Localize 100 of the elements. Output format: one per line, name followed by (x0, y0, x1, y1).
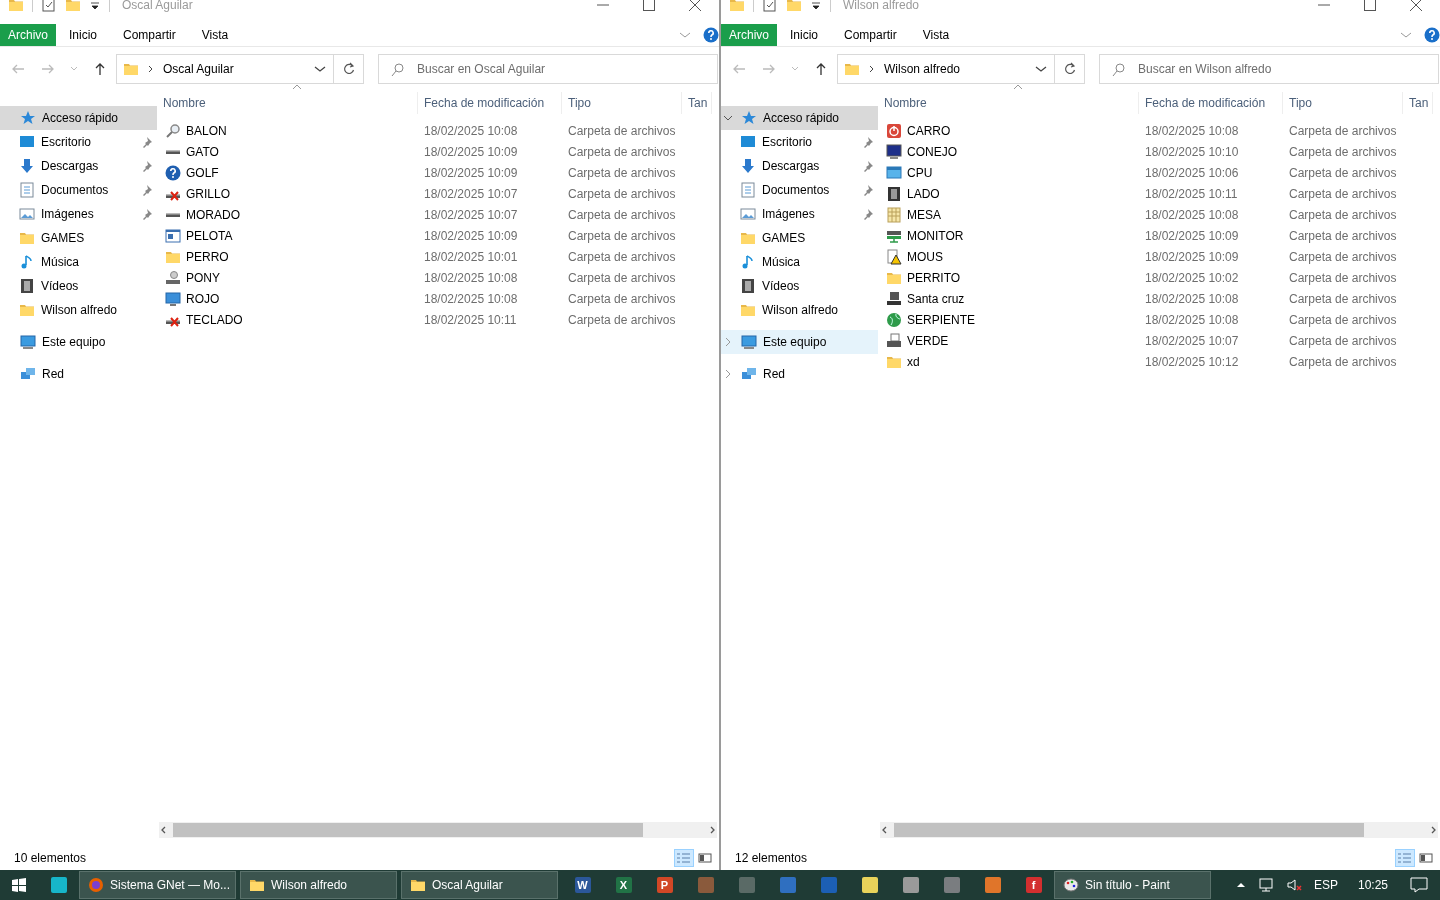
ribbon-tab[interactable]: Inicio (777, 24, 832, 46)
app-icon[interactable] (50, 877, 67, 893)
file-name[interactable]: TECLADO (186, 312, 243, 327)
file-name[interactable]: PERRO (186, 249, 229, 264)
file-date: 18/02/2025 10:08 (1144, 123, 1240, 138)
file-name[interactable]: GRILLO (186, 186, 230, 201)
file-name[interactable]: xd (907, 354, 920, 369)
nav-item[interactable]: Wilson alfredo (721, 298, 878, 322)
address-bar[interactable]: Wilson alfredo (837, 54, 1055, 84)
taskbar-button[interactable]: Sistema GNet — Mo... (79, 871, 236, 899)
app-icon[interactable]: X (615, 877, 632, 893)
file-name[interactable]: SERPIENTE (907, 312, 975, 327)
help-icon[interactable] (1424, 27, 1440, 43)
app-icon[interactable] (902, 877, 919, 893)
taskbar-button[interactable]: Oscal Aguilar (401, 871, 558, 899)
file-name[interactable]: BALON (186, 123, 227, 138)
column-header[interactable]: Fecha de modificación (1139, 92, 1283, 114)
column-header[interactable]: Tipo (562, 92, 682, 114)
horizontal-scrollbar[interactable] (159, 822, 717, 838)
address-bar[interactable]: Oscal Aguilar (116, 54, 334, 84)
ribbon-tab[interactable]: Compartir (831, 24, 910, 46)
nav-item[interactable]: Imágenes (0, 202, 157, 226)
file-date: 18/02/2025 10:08 (423, 270, 519, 285)
language-indicator[interactable]: ESP (1313, 878, 1338, 892)
file-name[interactable]: GOLF (186, 165, 219, 180)
horizontal-scrollbar[interactable] (880, 822, 1438, 838)
nav-item[interactable]: Acceso rápido (0, 106, 157, 130)
app-icon[interactable]: P (656, 877, 673, 893)
clock[interactable]: 10:25 (1357, 878, 1388, 892)
network-icon[interactable] (1257, 877, 1274, 893)
file-name[interactable]: MOUS (907, 249, 943, 264)
start-icon[interactable] (11, 877, 27, 893)
ribbon-tab[interactable]: Inicio (56, 24, 111, 46)
taskbar-button[interactable]: Wilson alfredo (240, 871, 397, 899)
music-icon (740, 254, 756, 270)
nav-item[interactable]: GAMES (721, 226, 878, 250)
help-icon[interactable] (703, 27, 719, 43)
nav-item[interactable]: Descargas (0, 154, 157, 178)
file-name[interactable]: CONEJO (907, 144, 957, 159)
column-header[interactable]: Nombre (878, 92, 1139, 114)
file-name[interactable]: GATO (186, 144, 219, 159)
file-date: 18/02/2025 10:01 (423, 249, 519, 264)
nav-item[interactable]: Este equipo (0, 330, 157, 354)
globe-icon (886, 311, 902, 328)
file-name[interactable]: MONITOR (907, 228, 964, 243)
file-name[interactable]: CARRO (907, 123, 951, 138)
column-header[interactable]: Nombre (157, 92, 418, 114)
nav-item[interactable]: Escritorio (721, 130, 878, 154)
file-name[interactable]: VERDE (907, 333, 949, 348)
file-name[interactable]: CPU (907, 165, 933, 180)
column-header[interactable]: Tan (682, 92, 712, 114)
nav-item[interactable]: Acceso rápido (721, 106, 878, 130)
refresh-button[interactable] (1055, 54, 1085, 84)
column-header[interactable]: Fecha de modificación (418, 92, 562, 114)
nav-item[interactable]: GAMES (0, 226, 157, 250)
search-field[interactable]: Buscar en Wilson alfredo (1099, 54, 1439, 84)
nav-item[interactable]: Este equipo (721, 330, 878, 354)
large-icons-view-icon[interactable] (1418, 850, 1436, 866)
chevron-up-icon[interactable] (1235, 881, 1246, 889)
nav-item[interactable]: Documentos (721, 178, 878, 202)
nav-item[interactable]: Imágenes (721, 202, 878, 226)
maximize-icon[interactable] (1362, 0, 1378, 13)
large-icons-view-icon[interactable] (697, 850, 715, 866)
ribbon-tab[interactable]: Vista (188, 24, 242, 46)
file-name[interactable]: PONY (186, 270, 220, 285)
nav-item[interactable]: Documentos (0, 178, 157, 202)
file-name[interactable]: ROJO (186, 291, 220, 306)
ribbon-tab[interactable]: Vista (909, 24, 963, 46)
ribbon-tab[interactable]: Compartir (110, 24, 189, 46)
file-name[interactable]: LADO (907, 186, 940, 201)
document-icon (740, 182, 756, 198)
search-field[interactable]: Buscar en Oscal Aguilar (378, 54, 718, 84)
nav-item[interactable]: Vídeos (0, 274, 157, 298)
file-name[interactable]: PERRITO (907, 270, 961, 285)
nav-item[interactable]: Escritorio (0, 130, 157, 154)
browser-icon (88, 877, 104, 893)
taskbar-button[interactable]: Sin título - Paint (1054, 871, 1211, 899)
file-name[interactable]: Santa cruz (907, 291, 965, 306)
volume-muted-icon[interactable] (1285, 877, 1302, 893)
column-header[interactable]: Tipo (1283, 92, 1403, 114)
app-icon[interactable] (984, 877, 1001, 893)
close-icon[interactable] (1408, 0, 1424, 13)
nav-item[interactable]: Red (721, 362, 878, 386)
nav-item[interactable]: Wilson alfredo (0, 298, 157, 322)
nav-item[interactable]: Descargas (721, 154, 878, 178)
app-icon[interactable]: f (1025, 877, 1042, 893)
column-header[interactable]: Tan (1403, 92, 1433, 114)
nav-item[interactable]: Vídeos (721, 274, 878, 298)
app-icon[interactable]: W (574, 877, 591, 893)
maximize-icon[interactable] (641, 0, 657, 13)
close-icon[interactable] (687, 0, 703, 13)
nav-item[interactable]: Música (0, 250, 157, 274)
file-name[interactable]: MESA (907, 207, 941, 222)
app-icon[interactable] (861, 877, 878, 893)
nav-item[interactable]: Red (0, 362, 157, 386)
file-name[interactable]: PELOTA (186, 228, 233, 243)
file-name[interactable]: MORADO (186, 207, 240, 222)
notification-icon[interactable] (1410, 876, 1428, 894)
nav-item[interactable]: Música (721, 250, 878, 274)
refresh-button[interactable] (334, 54, 364, 84)
